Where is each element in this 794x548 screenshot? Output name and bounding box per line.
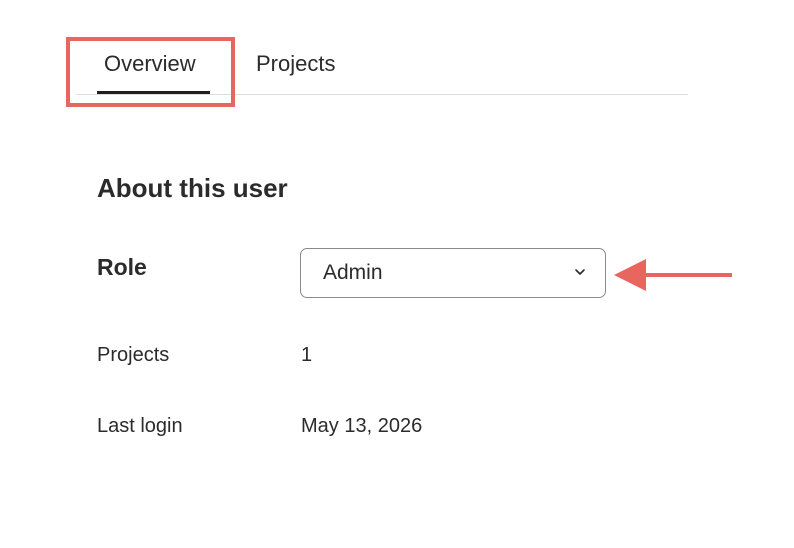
projects-value: 1 — [301, 344, 313, 366]
role-select[interactable]: Admin — [300, 248, 606, 298]
chevron-down-icon — [575, 269, 585, 275]
arrow-left-icon — [614, 259, 732, 291]
projects-label: Projects — [97, 344, 170, 366]
section-title: About this user — [97, 173, 288, 203]
tab-projects[interactable]: Projects — [256, 50, 335, 78]
annotation-highlight-box — [66, 37, 235, 107]
last-login-value: May 13, 2026 — [301, 415, 423, 437]
role-select-value: Admin — [323, 261, 383, 284]
last-login-label: Last login — [97, 415, 183, 437]
role-label: Role — [97, 254, 147, 280]
